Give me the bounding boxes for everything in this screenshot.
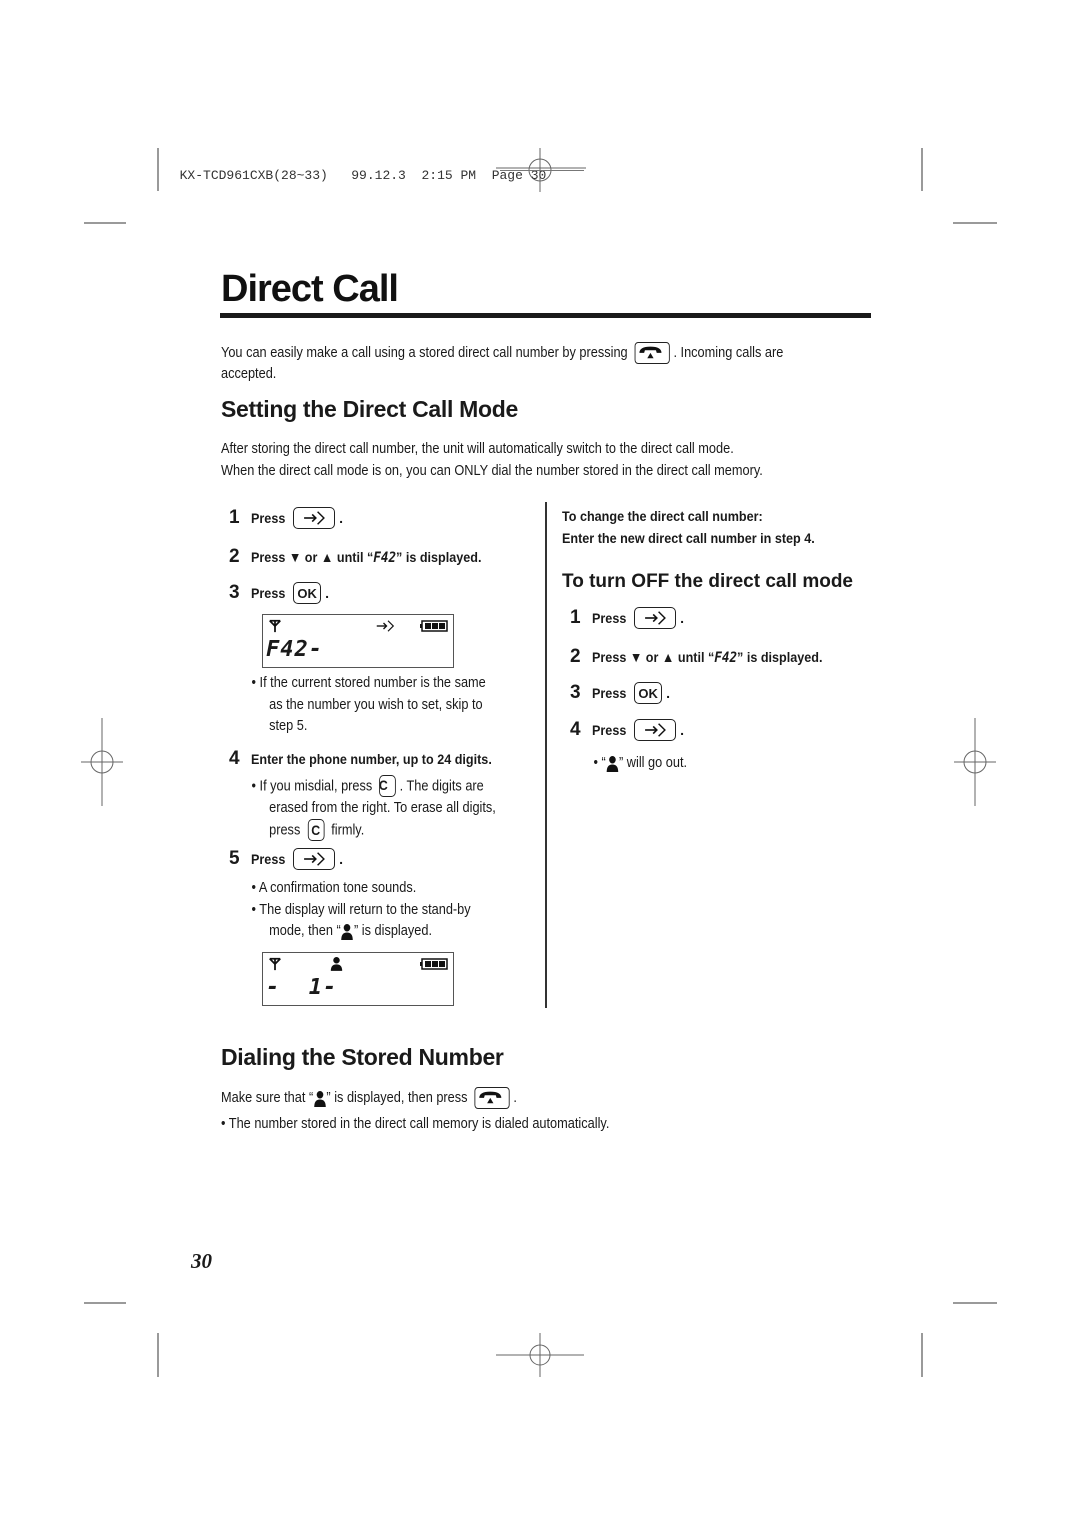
crop-mark	[84, 222, 126, 224]
registration-mark-icon	[954, 718, 996, 806]
person-icon	[606, 755, 619, 772]
direct-call-key-icon	[293, 848, 336, 870]
change-note-title: To change the direct call number:	[562, 508, 763, 524]
person-icon	[341, 923, 354, 940]
print-time: 2:15 PM	[421, 168, 477, 183]
lcd-display-function: F42-	[262, 614, 454, 668]
antenna-icon	[268, 619, 282, 633]
direct-call-key-icon	[293, 507, 336, 529]
ok-key-icon: OK	[634, 682, 663, 704]
dialing-note: • The number stored in the direct call m…	[221, 1116, 610, 1132]
print-job: KX-TCD961CXB(28~33)	[179, 168, 328, 183]
turn-off-step-1: 1 Press .	[570, 607, 685, 629]
section-heading-setting: Setting the Direct Call Mode	[221, 396, 519, 422]
clear-key-icon: C	[307, 819, 325, 842]
ok-key-icon: OK	[293, 582, 322, 604]
person-icon	[330, 956, 343, 971]
lcd-code: - 1-	[266, 975, 338, 1000]
setting-step-5: 5 Press .	[229, 848, 344, 870]
step4-note: • If you misdial, press C. The digits ar…	[248, 775, 542, 842]
direct-call-icon	[370, 618, 400, 634]
battery-icon	[420, 958, 448, 970]
turn-off-step-4: 4 Press .	[570, 719, 685, 741]
talk-key-icon	[634, 342, 670, 364]
crop-mark	[953, 1302, 997, 1304]
setting-description: After storing the direct call number, th…	[221, 441, 763, 479]
crop-mark	[157, 1333, 159, 1377]
battery-icon	[420, 620, 448, 632]
print-date: 99.12.3	[351, 168, 406, 183]
turn-off-step-3: 3 Press OK.	[570, 682, 671, 704]
function-code: F42	[373, 549, 397, 566]
header-underline	[500, 170, 584, 171]
page-number: 30	[191, 1249, 212, 1273]
person-icon	[313, 1090, 326, 1107]
direct-call-key-icon	[634, 607, 677, 629]
crop-mark	[921, 1333, 923, 1377]
column-divider	[545, 502, 547, 1008]
turn-off-note: • “” will go out.	[593, 755, 688, 772]
registration-mark-icon	[81, 718, 123, 806]
setting-step-4: 4 Enter the phone number, up to 24 digit…	[229, 748, 492, 769]
function-code: F42	[714, 649, 738, 666]
section-heading-turn-off: To turn OFF the direct call mode	[562, 571, 854, 592]
clear-key-icon: C	[379, 775, 397, 797]
title-rule	[220, 313, 871, 318]
step5-note: • A confirmation tone sounds. • The disp…	[251, 880, 471, 940]
crop-mark	[953, 222, 997, 224]
section-heading-dialing: Dialing the Stored Number	[221, 1044, 504, 1070]
registration-mark-icon	[496, 1333, 584, 1377]
lcd-code: F42-	[266, 637, 323, 662]
crop-mark	[84, 1302, 126, 1304]
talk-key-icon	[474, 1087, 510, 1109]
intro-paragraph: You can easily make a call using a store…	[221, 342, 872, 386]
lcd-display-standby: - 1-	[262, 952, 454, 1006]
crop-mark	[157, 148, 159, 191]
change-note-text: Enter the new direct call number in step…	[562, 530, 815, 546]
direct-call-key-icon	[634, 719, 677, 741]
step3-note: • If the current stored number is the sa…	[251, 675, 486, 734]
turn-off-step-2: 2 Press ▼ or ▲ until “F42” is displayed.	[570, 646, 823, 667]
setting-step-2: 2 Press ▼ or ▲ until “F42” is displayed.	[229, 546, 482, 567]
print-header: KX-TCD961CXB(28~33) 99.12.3 2:15 PM Page…	[164, 153, 547, 183]
setting-step-3: 3 Press OK.	[229, 582, 330, 604]
crop-mark	[921, 148, 923, 191]
dialing-instruction: Make sure that “” is displayed, then pre…	[221, 1087, 661, 1109]
page-title: Direct Call	[221, 268, 399, 310]
antenna-icon	[268, 957, 282, 971]
setting-step-1: 1 Press .	[229, 507, 344, 529]
